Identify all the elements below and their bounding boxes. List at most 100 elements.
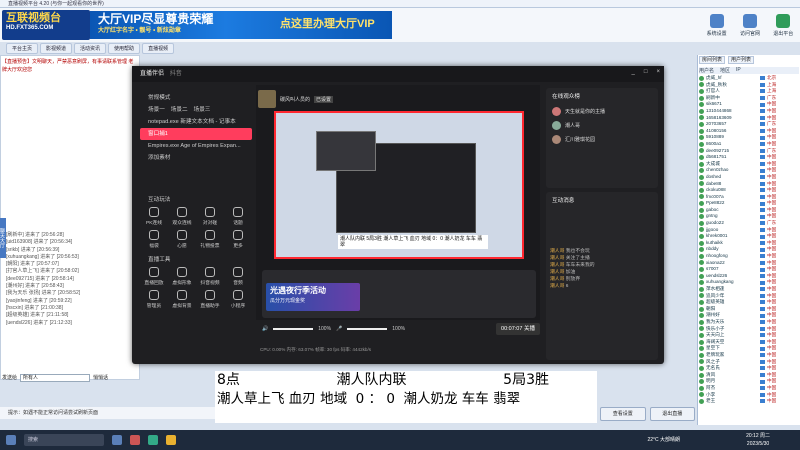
send-target-select[interactable]: 所有人 bbox=[20, 374, 91, 382]
start-icon[interactable] bbox=[6, 435, 16, 445]
user-row[interactable]: 41080156 中国 bbox=[699, 128, 799, 135]
mic-slider[interactable] bbox=[347, 328, 388, 330]
scene-tab[interactable]: 场景一 bbox=[148, 104, 165, 116]
user-row[interactable]: guodo22 广东 bbox=[699, 220, 799, 227]
user-row[interactable]: 打官人 上海 bbox=[699, 88, 799, 95]
minimize-button[interactable]: _ bbox=[632, 69, 635, 79]
tool-video[interactable]: 抖音视频 bbox=[196, 267, 224, 286]
scene-source[interactable]: Empires.exe Age of Empires Expan... bbox=[140, 140, 252, 152]
user-row[interactable]: Ppe8822 中国 bbox=[699, 200, 799, 207]
user-row[interactable]: 萍水相逢 中国 bbox=[699, 286, 799, 293]
tool-more[interactable]: 更多 bbox=[224, 230, 252, 249]
tab-live[interactable]: 直播视频 bbox=[142, 43, 175, 54]
close-button[interactable]: × bbox=[656, 69, 660, 79]
tool-assistant[interactable]: 直播助手 bbox=[196, 290, 224, 309]
user-row[interactable]: doshed 中国 bbox=[699, 174, 799, 181]
tool-wish[interactable]: 心愿 bbox=[168, 230, 196, 249]
user-row[interactable]: 小李 中国 bbox=[699, 392, 799, 399]
user-row[interactable]: 5910889 中国 bbox=[699, 134, 799, 141]
tool-match[interactable]: 对对碰 bbox=[196, 207, 224, 226]
tab-video[interactable]: 影视频道 bbox=[40, 43, 73, 54]
exit-live-button[interactable]: 退出直播 bbox=[649, 407, 695, 421]
tool-replay[interactable]: 直播回放 bbox=[140, 267, 168, 286]
app-icon[interactable] bbox=[166, 435, 176, 445]
whisper-checkbox[interactable]: 悄悄话 bbox=[93, 373, 108, 383]
scene-source[interactable]: notepad.exe 新建文本文档 - 记事本 bbox=[140, 116, 252, 128]
vip-link[interactable]: 点这里办理大厅VIP bbox=[280, 16, 375, 32]
user-row[interactable]: gntng 中国 bbox=[699, 213, 799, 220]
user-row[interactable]: 1310444868 中国 bbox=[699, 108, 799, 115]
user-row[interactable]: 超级英雄 中国 bbox=[699, 299, 799, 306]
user-row[interactable]: 快乐小子 中国 bbox=[699, 326, 799, 333]
scene-tab[interactable]: 场景三 bbox=[194, 104, 211, 116]
user-row[interactable]: chen0zhao 中国 bbox=[699, 167, 799, 174]
user-row[interactable]: 刷新中 广东 bbox=[699, 95, 799, 102]
user-row[interactable]: 虎威_hf 北京 bbox=[699, 75, 799, 82]
user-row[interactable]: 天天向上 中国 bbox=[699, 332, 799, 339]
settings-button[interactable]: 系统设置 bbox=[703, 12, 731, 40]
user-row[interactable]: 清风 中国 bbox=[699, 372, 799, 379]
rank-item[interactable]: 潮人哥 bbox=[546, 118, 658, 132]
user-row[interactable]: 老王 中国 bbox=[699, 398, 799, 405]
user-row[interactable]: 老牌玩家 中国 bbox=[699, 352, 799, 359]
user-row[interactable]: 追风少年 中国 bbox=[699, 293, 799, 300]
tool-bag[interactable]: 福袋 bbox=[140, 230, 168, 249]
user-row[interactable]: d5681751 中国 bbox=[699, 154, 799, 161]
capture-preview[interactable]: 潮人队内联 5局3胜 潮人草上飞 血刃 地域 0：0 潮人奶龙 车车 翡翠 bbox=[274, 111, 524, 259]
clock[interactable]: 20:12 周二 2023/5/30 bbox=[746, 432, 770, 448]
vip-ad-banner[interactable]: 大厅VIP尽显尊贵荣耀 大厅红字名字 • 靓号 • 新炫勋章 点这里办理大厅VI… bbox=[90, 11, 392, 39]
user-row[interactable]: ckoku088 中国 bbox=[699, 187, 799, 194]
user-row[interactable]: 1658163609 中国 bbox=[699, 115, 799, 122]
user-row[interactable]: dabe88 中国 bbox=[699, 181, 799, 188]
exit-button[interactable]: 退出平台 bbox=[769, 12, 797, 40]
tab-users[interactable]: 用户列表 bbox=[728, 56, 755, 64]
tool-miniapp[interactable]: 小程序 bbox=[224, 290, 252, 309]
user-row[interactable]: sik6671 中国 bbox=[699, 101, 799, 108]
tool-topic[interactable]: 话题 bbox=[224, 207, 252, 226]
view-settings-button[interactable]: 查看设置 bbox=[600, 407, 646, 421]
user-row[interactable]: xuhuangkang 中国 bbox=[699, 279, 799, 286]
tool-pk[interactable]: PK连线 bbox=[140, 207, 168, 226]
scene-tab[interactable]: 场景二 bbox=[171, 104, 188, 116]
user-row[interactable]: dee092715 广东 bbox=[699, 148, 799, 155]
user-row[interactable]: nbddy 中国 bbox=[699, 246, 799, 253]
user-row[interactable]: 我为天乐 中国 bbox=[699, 319, 799, 326]
user-row[interactable]: 朝阳 中国 bbox=[699, 306, 799, 313]
user-row[interactable]: 明月 中国 bbox=[699, 378, 799, 385]
user-row[interactable]: 大成城 中国 bbox=[699, 161, 799, 168]
user-row[interactable]: fmc007a 中国 bbox=[699, 194, 799, 201]
live-timer[interactable]: 00:07:07 关播 bbox=[496, 323, 540, 335]
taskbar-search[interactable]: 搜索 bbox=[24, 434, 104, 446]
rank-item[interactable]: 天生就是你的主播 bbox=[546, 104, 658, 118]
tab-rooms[interactable]: 房间列表 bbox=[699, 56, 726, 64]
user-row[interactable]: 8600a1 中国 bbox=[699, 141, 799, 148]
tool-bg[interactable]: 虚拟背景 bbox=[168, 290, 196, 309]
user-row[interactable]: xiaona22 中国 bbox=[699, 260, 799, 267]
user-row[interactable]: 风之子 中国 bbox=[699, 359, 799, 366]
tool-vote[interactable]: 礼物投票 bbox=[196, 230, 224, 249]
user-row[interactable]: jjgooo 中国 bbox=[699, 227, 799, 234]
app-icon[interactable] bbox=[148, 435, 158, 445]
user-row[interactable]: gaboc 中国 bbox=[699, 207, 799, 214]
speaker-slider[interactable] bbox=[273, 328, 314, 330]
website-button[interactable]: 访问官网 bbox=[736, 12, 764, 40]
tool-audio[interactable]: 音频 bbox=[224, 267, 252, 286]
user-row[interactable]: 虎威_秋秋 上海 bbox=[699, 82, 799, 89]
user-row[interactable]: s7007 中国 bbox=[699, 266, 799, 273]
activity-banner[interactable]: 光遇夜行季活动 瓜分万元现金奖 bbox=[266, 283, 360, 311]
mic-icon[interactable]: 🎤 bbox=[336, 326, 342, 332]
add-material-button[interactable]: 添加素材 bbox=[140, 152, 252, 164]
scene-source-selected[interactable]: 窗口捕1 bbox=[140, 128, 252, 140]
tab-help[interactable]: 使用帮助 bbox=[108, 43, 141, 54]
app-icon[interactable] bbox=[130, 435, 140, 445]
user-row[interactable]: nhoogfong 中国 bbox=[699, 253, 799, 260]
mode-label[interactable]: 常规模式 bbox=[140, 92, 252, 104]
tool-avatar[interactable]: 虚拟形象 bbox=[168, 267, 196, 286]
user-row[interactable]: kuthaikk 中国 bbox=[699, 240, 799, 247]
tab-news[interactable]: 活动资讯 bbox=[74, 43, 107, 54]
rank-item[interactable]: 汇川雅琪花园 bbox=[546, 132, 658, 146]
user-row[interactable]: khrek0001 中国 bbox=[699, 233, 799, 240]
maximize-button[interactable]: □ bbox=[644, 69, 648, 79]
app-icon[interactable] bbox=[112, 435, 122, 445]
user-row[interactable]: 20703657 广东 bbox=[699, 121, 799, 128]
